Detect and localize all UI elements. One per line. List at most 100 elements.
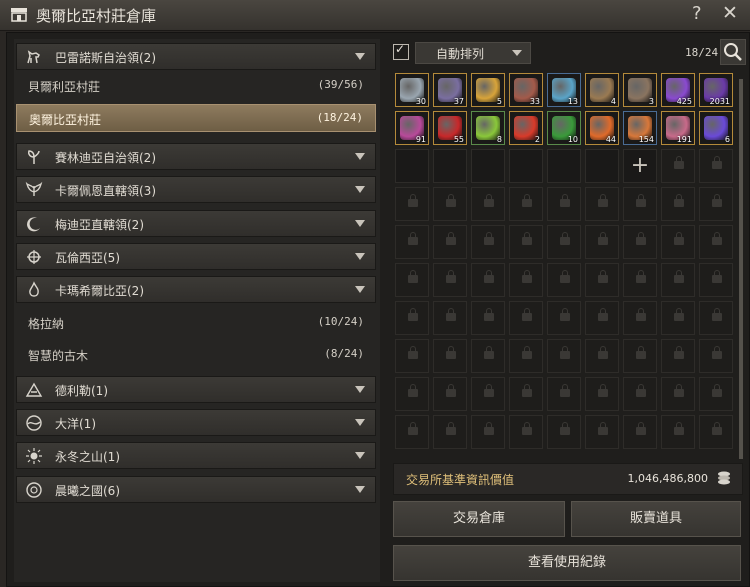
locked-slot[interactable] [623, 225, 657, 259]
item-slot[interactable]: 2 [509, 111, 543, 145]
locked-slot[interactable] [433, 339, 467, 373]
item-slot[interactable]: 30 [395, 73, 429, 107]
locked-slot[interactable] [471, 263, 505, 297]
close-icon[interactable]: ✕ [722, 2, 738, 24]
locked-slot[interactable] [509, 301, 543, 335]
item-slot[interactable]: 191 [661, 111, 695, 145]
locked-slot[interactable] [509, 187, 543, 221]
item-slot[interactable]: 55 [433, 111, 467, 145]
region-group-7[interactable]: 大洋(1) [16, 409, 376, 436]
locked-slot[interactable] [661, 263, 695, 297]
region-group-6[interactable]: 德利勒(1) [16, 376, 376, 403]
locked-slot[interactable] [585, 301, 619, 335]
locked-slot[interactable] [623, 187, 657, 221]
scrollbar-thumb[interactable] [739, 79, 743, 459]
region-group-9[interactable]: 晨曦之國(6) [16, 476, 376, 503]
locked-slot[interactable] [509, 339, 543, 373]
locked-slot[interactable] [509, 377, 543, 411]
auto-sort-checkbox[interactable]: ✓ [393, 42, 409, 60]
help-icon[interactable]: ? [692, 3, 702, 24]
locked-slot[interactable] [547, 187, 581, 221]
item-slot[interactable]: 5 [471, 73, 505, 107]
item-slot[interactable]: 2031 [699, 73, 733, 107]
locked-slot[interactable] [547, 301, 581, 335]
locked-slot[interactable] [661, 301, 695, 335]
locked-slot[interactable] [623, 339, 657, 373]
locked-slot[interactable] [547, 263, 581, 297]
region-group-2[interactable]: 卡爾佩恩直轄領(3) [16, 176, 376, 203]
locked-slot[interactable] [433, 377, 467, 411]
region-group-8[interactable]: 永冬之山(1) [16, 442, 376, 469]
locked-slot[interactable] [509, 263, 543, 297]
locked-slot[interactable] [433, 263, 467, 297]
item-slot[interactable]: 8 [471, 111, 505, 145]
locked-slot[interactable] [699, 263, 733, 297]
region-group-5[interactable]: 卡瑪希爾比亞(2) [16, 276, 376, 303]
locked-slot[interactable] [547, 377, 581, 411]
locked-slot[interactable] [471, 187, 505, 221]
locked-slot[interactable] [585, 225, 619, 259]
locked-slot[interactable] [585, 339, 619, 373]
item-slot[interactable]: 44 [585, 111, 619, 145]
locked-slot[interactable] [699, 225, 733, 259]
locked-slot[interactable] [433, 301, 467, 335]
locked-slot[interactable] [623, 263, 657, 297]
locked-slot[interactable] [623, 377, 657, 411]
item-slot[interactable]: 4 [585, 73, 619, 107]
locked-slot[interactable] [433, 415, 467, 449]
locked-slot[interactable] [471, 377, 505, 411]
locked-slot[interactable] [471, 339, 505, 373]
locked-slot[interactable] [395, 187, 429, 221]
trade-warehouse-button[interactable]: 交易倉庫 [393, 501, 565, 537]
locked-slot[interactable] [395, 301, 429, 335]
locked-slot[interactable] [699, 301, 733, 335]
region-group-0[interactable]: 巴雷諾斯自治領(2) [16, 43, 376, 70]
locked-slot[interactable] [433, 187, 467, 221]
item-slot[interactable]: 425 [661, 73, 695, 107]
region-group-1[interactable]: 賽林迪亞自治領(2) [16, 143, 376, 170]
locked-slot[interactable] [661, 149, 695, 183]
locked-slot[interactable] [433, 225, 467, 259]
item-slot[interactable]: 91 [395, 111, 429, 145]
empty-slot[interactable] [547, 149, 581, 183]
locked-slot[interactable] [585, 377, 619, 411]
town-item-selected[interactable]: 奧爾比亞村莊 (18/24) [16, 104, 376, 132]
locked-slot[interactable] [585, 263, 619, 297]
empty-slot[interactable] [471, 149, 505, 183]
locked-slot[interactable] [699, 187, 733, 221]
locked-slot[interactable] [471, 301, 505, 335]
locked-slot[interactable] [661, 339, 695, 373]
town-item-2[interactable]: 格拉納 (10/24) [16, 309, 376, 337]
locked-slot[interactable] [699, 415, 733, 449]
empty-slot[interactable] [395, 149, 429, 183]
item-slot[interactable]: 13 [547, 73, 581, 107]
locked-slot[interactable] [661, 225, 695, 259]
scrollbar[interactable] [739, 79, 743, 459]
sell-items-button[interactable]: 販賣道具 [571, 501, 741, 537]
locked-slot[interactable] [585, 187, 619, 221]
item-slot[interactable]: 6 [699, 111, 733, 145]
locked-slot[interactable] [623, 301, 657, 335]
locked-slot[interactable] [395, 415, 429, 449]
region-group-4[interactable]: 瓦倫西亞(5) [16, 243, 376, 270]
locked-slot[interactable] [699, 149, 733, 183]
locked-slot[interactable] [395, 339, 429, 373]
item-slot[interactable]: 10 [547, 111, 581, 145]
locked-slot[interactable] [547, 339, 581, 373]
empty-slot[interactable] [509, 149, 543, 183]
search-button[interactable] [720, 39, 746, 65]
empty-slot[interactable] [585, 149, 619, 183]
town-item-3[interactable]: 智慧的古木 (8/24) [16, 341, 376, 369]
locked-slot[interactable] [395, 225, 429, 259]
locked-slot[interactable] [661, 187, 695, 221]
locked-slot[interactable] [471, 415, 505, 449]
locked-slot[interactable] [585, 415, 619, 449]
locked-slot[interactable] [509, 415, 543, 449]
item-slot[interactable]: 154 [623, 111, 657, 145]
expand-slot-button[interactable]: + [623, 149, 657, 183]
locked-slot[interactable] [395, 263, 429, 297]
town-item-0[interactable]: 貝爾利亞村莊 (39/56) [16, 72, 376, 100]
locked-slot[interactable] [699, 339, 733, 373]
locked-slot[interactable] [661, 377, 695, 411]
locked-slot[interactable] [395, 377, 429, 411]
